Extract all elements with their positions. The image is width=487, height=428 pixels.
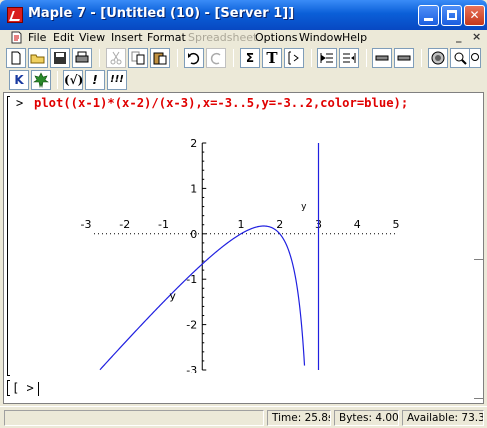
open-file-button[interactable]: [28, 48, 48, 68]
context-toolbar: K (√) ! !!!: [3, 68, 143, 92]
new-file-button[interactable]: [6, 48, 26, 68]
print-button[interactable]: [72, 48, 92, 68]
printer-icon: [75, 51, 89, 63]
y-tick-label: -3: [186, 364, 197, 373]
paste-clipboard-icon: [153, 52, 167, 65]
mdi-minimize-button[interactable]: _: [456, 30, 462, 43]
scroll-marker: [474, 259, 483, 260]
forward-button[interactable]: [394, 48, 414, 68]
status-message: [4, 410, 264, 426]
new-group-bracket[interactable]: [7, 380, 10, 396]
menu-edit[interactable]: Edit: [53, 31, 74, 44]
menu-window[interactable]: Window: [299, 31, 342, 44]
stop-circle-icon: [431, 51, 445, 65]
status-bar: Time: 25.8s Bytes: 4.00M Available: 73.3…: [0, 406, 487, 428]
outdent-button[interactable]: [317, 48, 337, 68]
maple-app-icon[interactable]: [7, 7, 23, 23]
maple-input-button[interactable]: [31, 70, 51, 90]
save-disk-icon: [54, 52, 66, 64]
x-tick-label: 1: [238, 218, 245, 231]
text-cursor: [38, 382, 39, 396]
plot-region[interactable]: -3-2-1012-3-2-112345yy: [4, 93, 483, 373]
zoom-in-button[interactable]: [450, 48, 470, 68]
undo-button[interactable]: [184, 48, 204, 68]
x-tick-label: 2: [276, 218, 283, 231]
minimize-icon: [424, 18, 433, 21]
save-button[interactable]: [50, 48, 70, 68]
close-icon: ✕: [469, 8, 480, 22]
menu-options[interactable]: Options: [255, 31, 297, 44]
back-button[interactable]: [372, 48, 392, 68]
menu-help[interactable]: Help: [342, 31, 367, 44]
execute-button[interactable]: !: [85, 70, 105, 90]
menu-view[interactable]: View: [79, 31, 105, 44]
scroll-marker-bottom: [474, 398, 483, 399]
x-tick-label: 5: [393, 218, 400, 231]
outdent-icon: [320, 53, 333, 63]
close-button[interactable]: ✕: [464, 5, 485, 26]
arrow-right-icon: [397, 55, 411, 61]
status-available: Available: 73.34: [402, 410, 484, 426]
menu-spreadsheet[interactable]: Spreadsheet: [188, 31, 257, 44]
zoom-in-icon: [454, 52, 467, 65]
new-input-prompt: [ >: [12, 381, 34, 395]
y-axis-label: y: [169, 290, 176, 303]
menu-insert[interactable]: Insert: [111, 31, 143, 44]
worksheet-area[interactable]: > plot((x-1)*(x-2)/(x-3),x=-3..5,y=-3..2…: [3, 92, 484, 404]
y-tick-label: 2: [190, 137, 197, 150]
maximize-button[interactable]: [441, 5, 462, 26]
indent-button[interactable]: [339, 48, 359, 68]
insert-math-button[interactable]: Σ: [240, 48, 260, 68]
execute-all-button[interactable]: !!!: [107, 70, 127, 90]
maple-leaf-icon: [33, 72, 49, 89]
indent-icon: [343, 53, 356, 63]
cut-button[interactable]: [106, 48, 126, 68]
insert-text-button[interactable]: T: [262, 48, 282, 68]
maximize-icon: [447, 10, 457, 20]
zoom-out-icon: [471, 53, 479, 61]
x-tick-label: -1: [158, 218, 169, 231]
zoom-out-button[interactable]: [469, 48, 481, 68]
y-tick-label: -2: [186, 319, 197, 332]
x-tick-label: 4: [354, 218, 361, 231]
math-mode-button[interactable]: K: [9, 70, 29, 90]
copy-icon: [131, 51, 145, 65]
mdi-close-button[interactable]: ×: [472, 30, 481, 43]
check-syntax-icon: (√): [64, 73, 84, 87]
undo-icon: [188, 52, 200, 65]
title-bar[interactable]: Maple 7 - [Untitled (10) - [Server 1]] ✕: [0, 0, 487, 30]
paste-button[interactable]: [150, 48, 170, 68]
minimize-button[interactable]: [418, 5, 439, 26]
arrow-left-icon: [375, 55, 389, 61]
new-file-icon: [11, 51, 21, 65]
check-syntax-button[interactable]: (√): [63, 70, 83, 90]
redo-icon: [210, 52, 221, 65]
prompt-insert-icon: [288, 51, 299, 65]
stop-button[interactable]: [428, 48, 448, 68]
menu-bar: File Edit View Insert Format Spreadsheet…: [0, 30, 487, 46]
status-time: Time: 25.8s: [267, 410, 331, 426]
menu-file[interactable]: File: [28, 31, 46, 44]
menu-format[interactable]: Format: [147, 31, 186, 44]
status-bytes: Bytes: 4.00M: [334, 410, 399, 426]
y-axis-label-secondary: y: [301, 202, 307, 212]
copy-button[interactable]: [128, 48, 148, 68]
y-tick-label: 0: [190, 228, 197, 241]
open-folder-icon: [30, 54, 45, 64]
x-tick-label: -2: [119, 218, 130, 231]
document-menu-icon[interactable]: [10, 31, 23, 44]
window-title: Maple 7 - [Untitled (10) - [Server 1]]: [28, 6, 295, 21]
x-tick-label: -3: [81, 218, 92, 231]
main-toolbar: Σ T: [3, 46, 484, 70]
scissors-icon: [110, 51, 122, 65]
redo-button[interactable]: [206, 48, 226, 68]
insert-prompt-button[interactable]: [284, 48, 304, 68]
y-tick-label: 1: [190, 182, 197, 195]
y-tick-label: -1: [186, 273, 197, 286]
